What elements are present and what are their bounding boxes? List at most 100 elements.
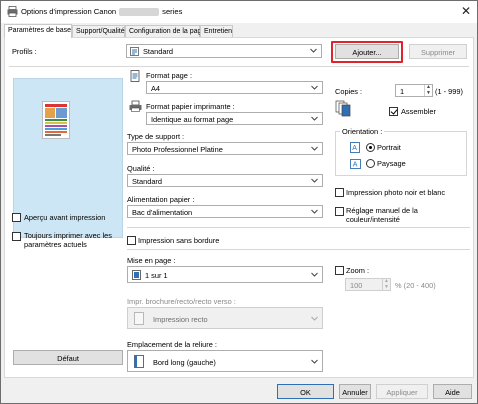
basic-settings-panel: Profils : Standard Ajouter... Supprimer <box>4 37 474 378</box>
chevron-down-icon <box>311 209 318 214</box>
quality-label: Qualité : <box>127 164 155 173</box>
orientation-group <box>335 131 467 176</box>
binding-select[interactable]: Bord long (gauche) <box>127 350 323 372</box>
paper-preview-icon <box>42 101 70 139</box>
media-type-label: Type de support : <box>127 132 185 141</box>
layout-value: 1 sur 1 <box>145 271 168 280</box>
chevron-down-icon <box>311 146 318 151</box>
binding-label: Emplacement de la reliure : <box>127 340 217 349</box>
binding-value: Bord long (gauche) <box>153 358 216 367</box>
svg-text:A: A <box>352 145 357 152</box>
paper-source-value: Bac d'alimentation <box>132 208 193 217</box>
zoom-checkbox[interactable] <box>335 266 344 275</box>
zoom-label: Zoom : <box>346 266 369 275</box>
page-format-value: A4 <box>151 84 161 93</box>
manual-color-checkbox[interactable] <box>335 207 344 216</box>
landscape-label: Paysage <box>377 159 406 168</box>
borderless-label: Impression sans bordure <box>138 236 220 245</box>
title-bar: Options d'impression Canon series ✕ <box>1 1 477 23</box>
copies-value: 1 <box>400 87 405 96</box>
copies-range: (1 - 999) <box>435 87 463 96</box>
tab-label: Entretien <box>204 28 233 35</box>
apply-button[interactable]: Appliquer <box>376 384 428 399</box>
add-profile-button[interactable]: Ajouter... <box>335 44 399 59</box>
page-format-select[interactable]: A4 <box>146 81 323 94</box>
landscape-radio[interactable] <box>366 159 375 168</box>
bw-photo-label: Impression photo noir et blanc <box>346 188 446 197</box>
close-icon[interactable]: ✕ <box>459 4 473 18</box>
chevron-down-icon <box>311 359 318 364</box>
dialog-footer: OK Annuler Appliquer Aide <box>1 381 477 403</box>
collate-label: Assembler <box>401 107 436 116</box>
page-format-label: Format page : <box>146 71 193 80</box>
delete-profile-button[interactable]: Supprimer <box>409 44 467 59</box>
profiles-value: Standard <box>143 47 173 56</box>
page-layout-icon <box>132 270 141 280</box>
print-preview-checkbox[interactable] <box>12 213 21 222</box>
manual-color-label: Réglage manuel de la couleur/intensité <box>346 206 418 224</box>
paper-source-select[interactable]: Bac d'alimentation <box>127 205 323 218</box>
ok-button[interactable]: OK <box>277 384 334 399</box>
copies-stepper[interactable]: 1 ▲ ▼ <box>395 84 433 97</box>
spin-arrows-icon[interactable]: ▲ ▼ <box>382 278 390 290</box>
help-button[interactable]: Aide <box>433 384 472 399</box>
always-current-label: Toujours imprimer avec les paramètres ac… <box>24 231 112 249</box>
copies-label: Copies : <box>335 87 363 96</box>
portrait-icon: A <box>350 142 360 153</box>
chevron-down-icon <box>311 178 318 183</box>
window-title: Options d'impression Canon series <box>21 7 182 16</box>
binding-edge-icon <box>134 355 144 368</box>
borderless-checkbox[interactable] <box>127 236 136 245</box>
profiles-label: Profils : <box>12 47 37 56</box>
window-title-prefix: Options d'impression Canon <box>21 7 117 16</box>
printer-paper-select[interactable]: Identique au format page <box>146 112 323 125</box>
chevron-down-icon <box>311 85 318 90</box>
printer-paper-icon <box>129 100 142 112</box>
tab-basic-settings[interactable]: Paramètres de base <box>4 24 72 38</box>
cancel-button[interactable]: Annuler <box>339 384 371 399</box>
layout-label: Mise en page : <box>127 256 176 265</box>
collate-checkbox[interactable] <box>389 107 398 116</box>
portrait-label: Portrait <box>377 143 401 152</box>
divider <box>127 249 470 250</box>
tab-label: Paramètres de base <box>8 27 72 34</box>
chevron-down-icon <box>311 316 318 321</box>
tab-label: Support/Qualité <box>76 28 125 35</box>
layout-select[interactable]: 1 sur 1 <box>127 266 323 283</box>
divider <box>127 227 470 228</box>
chevron-down-icon <box>311 272 318 277</box>
quality-value: Standard <box>132 177 162 186</box>
zoom-range: % (20 - 400) <box>395 281 436 290</box>
profiles-select[interactable]: Standard <box>126 44 322 58</box>
booklet-select[interactable]: Impression recto <box>127 307 323 329</box>
printer-paper-value: Identique au format page <box>151 115 234 124</box>
single-sided-icon <box>134 312 144 325</box>
tab-label: Configuration de la page <box>129 28 206 35</box>
media-type-select[interactable]: Photo Professionnel Platine <box>127 142 323 155</box>
print-options-window: Options d'impression Canon series ✕ Param… <box>0 0 478 404</box>
zoom-stepper[interactable]: 100 ▲ ▼ <box>345 278 391 291</box>
divider <box>9 66 469 67</box>
printer-app-icon <box>7 6 18 17</box>
page-size-icon <box>130 70 140 82</box>
printer-paper-label: Format papier imprimante : <box>146 102 235 111</box>
chevron-down-icon <box>311 116 318 121</box>
landscape-icon: A <box>350 159 361 169</box>
booklet-value: Impression recto <box>153 315 208 324</box>
default-button[interactable]: Défaut <box>13 350 123 365</box>
orientation-label: Orientation : <box>340 127 385 136</box>
paper-source-label: Alimentation papier : <box>127 195 195 204</box>
booklet-label: Impr. brochure/recto/recto verso : <box>127 297 236 306</box>
spin-arrows-icon[interactable]: ▲ ▼ <box>424 84 432 96</box>
profile-icon <box>130 47 139 56</box>
quality-select[interactable]: Standard <box>127 174 323 187</box>
collate-icon <box>335 100 351 117</box>
bw-photo-checkbox[interactable] <box>335 188 344 197</box>
always-current-checkbox[interactable] <box>12 232 21 241</box>
portrait-radio[interactable] <box>366 143 375 152</box>
zoom-value: 100 <box>350 281 363 290</box>
redacted-model-name <box>119 8 160 16</box>
chevron-down-icon <box>310 48 317 53</box>
svg-text:A: A <box>353 162 358 169</box>
print-preview-label: Aperçu avant impression <box>24 213 106 222</box>
